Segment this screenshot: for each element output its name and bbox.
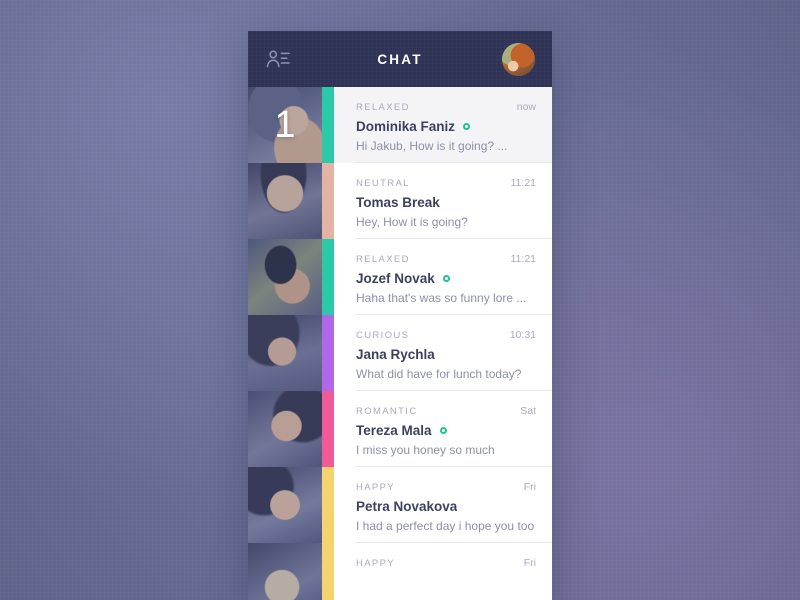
contact-name: Petra Novakova xyxy=(356,499,458,514)
contact-photo xyxy=(248,391,322,467)
chat-item-nameline: Tomas Break xyxy=(356,195,536,210)
chat-list-item[interactable]: NEUTRAL 11:21 Tomas Break Hey, How it is go… xyxy=(248,163,552,239)
mood-label: RELAXED xyxy=(356,254,410,265)
timestamp: 11:21 xyxy=(510,177,537,189)
contact-photo xyxy=(248,315,322,391)
contact-thumbnail[interactable] xyxy=(248,239,322,315)
chat-list-item[interactable]: HAPPY Fri Petra Novakova I had a perfect da… xyxy=(248,467,552,543)
contact-thumbnail[interactable] xyxy=(248,543,322,600)
contact-name: Tereza Mala xyxy=(356,423,432,438)
chat-item-body: ROMANTIC Sat Tereza Mala I miss you honey s… xyxy=(334,391,552,467)
chat-list-item[interactable]: 1 RELAXED now Dominika Faniz Hi Jakub, How i… xyxy=(248,87,552,163)
timestamp: Fri xyxy=(523,481,536,493)
chat-item-nameline: Jozef Novak xyxy=(356,271,536,286)
chat-item-body: CURIOUS 10:31 Jana Rychla What did have for… xyxy=(334,315,552,391)
mood-label: ROMANTIC xyxy=(356,406,418,417)
online-status-dot xyxy=(442,275,450,282)
mood-label: RELAXED xyxy=(356,102,410,113)
contact-photo xyxy=(248,239,322,315)
mood-accent-bar xyxy=(322,163,334,239)
chat-item-topline: HAPPY Fri xyxy=(356,557,536,569)
online-status-dot xyxy=(463,123,471,130)
app-header: CHAT xyxy=(248,31,552,87)
chat-item-nameline: Dominika Faniz xyxy=(356,119,536,134)
unread-badge: 1 xyxy=(274,104,296,146)
chat-item-topline: ROMANTIC Sat xyxy=(356,405,536,417)
contact-thumbnail[interactable] xyxy=(248,467,322,543)
mood-accent-bar xyxy=(322,543,334,600)
online-status-dot xyxy=(439,427,447,434)
contact-name: Jana Rychla xyxy=(356,347,435,362)
chat-item-body: HAPPY Fri Petra Novakova I had a perfect da… xyxy=(334,467,552,543)
chat-item-topline: RELAXED 11:21 xyxy=(356,253,536,265)
contact-name: Jozef Novak xyxy=(356,271,435,286)
timestamp: 11:21 xyxy=(510,253,537,265)
avatar[interactable] xyxy=(502,42,535,76)
mood-accent-bar xyxy=(322,315,334,391)
mood-accent-bar xyxy=(322,239,334,315)
mood-accent-bar xyxy=(322,467,334,543)
mood-label: NEUTRAL xyxy=(356,178,410,189)
avatar-image xyxy=(502,42,535,76)
chat-item-body: RELAXED 11:21 Jozef Novak Haha that's was s… xyxy=(334,239,552,315)
chat-list-item[interactable]: RELAXED 11:21 Jozef Novak Haha that's was s… xyxy=(248,239,552,315)
message-preview: Haha that's was so funny lore ... xyxy=(356,291,527,305)
timestamp: 10:31 xyxy=(509,329,536,341)
message-preview: What did have for lunch today? xyxy=(356,367,522,381)
contact-thumbnail[interactable] xyxy=(248,391,322,467)
chat-list-item[interactable]: CURIOUS 10:31 Jana Rychla What did have for… xyxy=(248,315,552,391)
phone-mockup: CHAT 1 RELAXED now Dominika Faniz Hi Jakub, … xyxy=(248,31,552,600)
chat-item-nameline: Tereza Mala xyxy=(356,423,536,438)
contact-thumbnail[interactable] xyxy=(248,315,322,391)
chat-list[interactable]: 1 RELAXED now Dominika Faniz Hi Jakub, How i… xyxy=(248,87,552,600)
mood-label: HAPPY xyxy=(356,482,395,493)
chat-list-item[interactable]: ROMANTIC Sat Tereza Mala I miss you honey s… xyxy=(248,391,552,467)
chat-item-topline: CURIOUS 10:31 xyxy=(356,329,536,341)
mood-label: CURIOUS xyxy=(356,330,410,341)
message-preview: Hi Jakub, How is it going? ... xyxy=(356,139,508,153)
contact-photo xyxy=(248,163,322,239)
chat-item-topline: RELAXED now xyxy=(356,101,536,113)
chat-item-body: RELAXED now Dominika Faniz Hi Jakub, How is… xyxy=(334,87,552,163)
contact-thumbnail[interactable]: 1 xyxy=(248,87,322,163)
chat-item-body: NEUTRAL 11:21 Tomas Break Hey, How it is go… xyxy=(334,163,552,239)
contact-name: Dominika Faniz xyxy=(356,119,456,134)
message-preview: I had a perfect day i hope you too xyxy=(356,519,535,533)
contact-name: Tomas Break xyxy=(356,195,440,210)
timestamp: Fri xyxy=(523,557,536,569)
chat-item-body: HAPPY Fri xyxy=(334,543,552,600)
chat-item-topline: HAPPY Fri xyxy=(356,481,536,493)
chat-item-nameline: Petra Novakova xyxy=(356,499,536,514)
mood-label: HAPPY xyxy=(356,558,395,569)
message-preview: I miss you honey so much xyxy=(356,443,495,457)
chat-item-nameline: Jana Rychla xyxy=(356,347,536,362)
chat-list-item[interactable]: HAPPY Fri xyxy=(248,543,552,600)
chat-item-topline: NEUTRAL 11:21 xyxy=(356,177,536,189)
contact-photo xyxy=(248,467,322,543)
contact-photo xyxy=(248,543,322,600)
timestamp: Sat xyxy=(520,405,536,417)
mood-accent-bar xyxy=(322,391,334,467)
timestamp: now xyxy=(516,101,536,113)
contact-thumbnail[interactable] xyxy=(248,163,322,239)
message-preview: Hey, How it is going? xyxy=(356,215,468,229)
mood-accent-bar xyxy=(322,87,334,163)
